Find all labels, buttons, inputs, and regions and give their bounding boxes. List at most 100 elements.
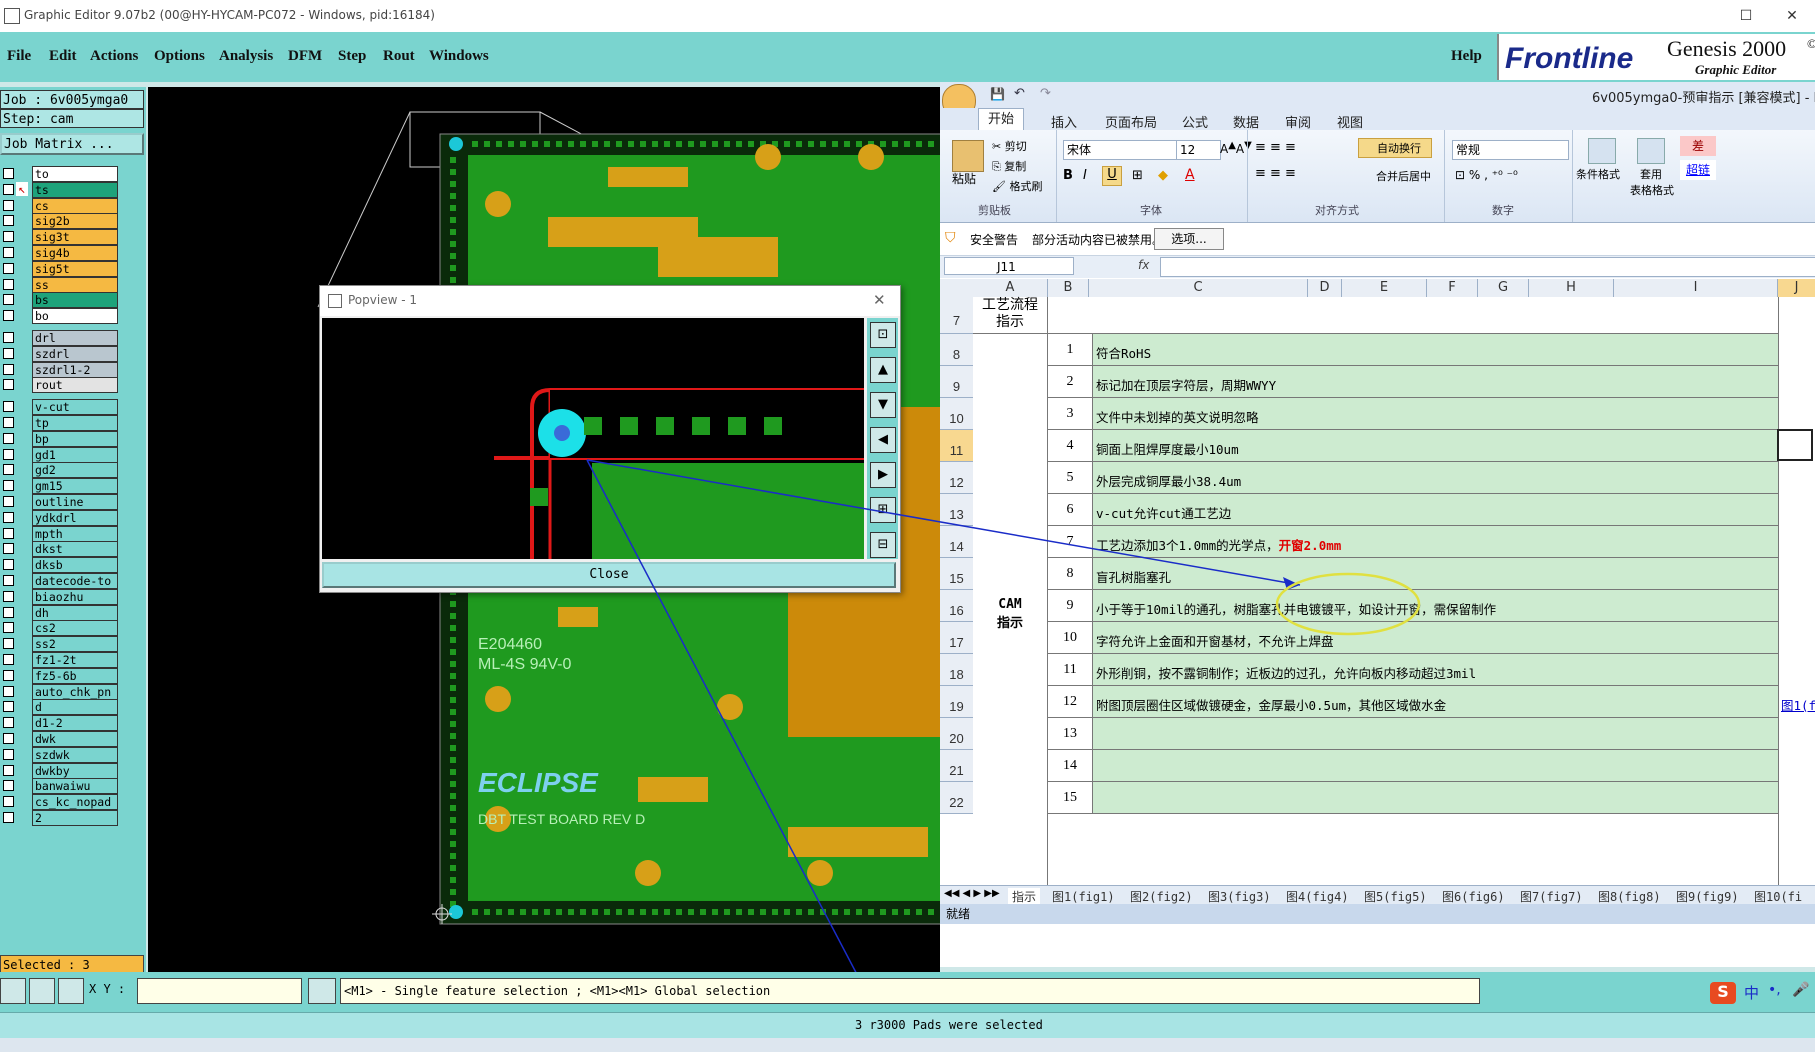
layer-row-ss[interactable]: ss: [0, 276, 146, 293]
zoom-out-icon[interactable]: ⊟: [870, 532, 896, 558]
layer-row-fz1-2t[interactable]: fz1-2t: [0, 652, 146, 668]
selected-cell-j11[interactable]: [1777, 429, 1813, 461]
tab-data[interactable]: 数据: [1233, 112, 1259, 131]
layer-name[interactable]: cs: [32, 197, 118, 214]
layer-name[interactable]: fz5-6b: [32, 667, 118, 684]
layer-name[interactable]: d: [32, 699, 118, 716]
menu-rout[interactable]: Rout: [383, 48, 415, 65]
measure-tool-icon[interactable]: [29, 978, 55, 1004]
layer-name[interactable]: cs2: [32, 620, 118, 637]
layer-row-sig5t[interactable]: sig5t: [0, 260, 146, 277]
layer-checkbox[interactable]: [3, 278, 14, 290]
layer-checkbox[interactable]: [3, 401, 14, 413]
formula-input[interactable]: [1160, 257, 1815, 277]
table-format-icon[interactable]: [1637, 138, 1665, 164]
align-top-icon[interactable]: ≡ ≡ ≡: [1255, 140, 1296, 155]
menu-file[interactable]: File: [7, 48, 31, 65]
row-header[interactable]: 21: [940, 750, 973, 782]
row-header[interactable]: 17: [940, 622, 973, 654]
close-window-button[interactable]: ✕: [1769, 0, 1815, 32]
name-box[interactable]: J11: [944, 257, 1074, 275]
layer-checkbox[interactable]: [3, 183, 14, 195]
layer-row-dwkby[interactable]: dwkby: [0, 762, 146, 779]
row-7-cells[interactable]: [1048, 297, 1778, 334]
layer-name[interactable]: sig5t: [32, 260, 118, 277]
layer-row-ss2[interactable]: ss2: [0, 636, 146, 653]
sheet-tab[interactable]: 图7(fig7): [1520, 888, 1583, 905]
layer-checkbox[interactable]: [3, 432, 14, 444]
layer-name[interactable]: ss2: [32, 636, 118, 653]
layer-checkbox[interactable]: [3, 448, 14, 460]
paste-label[interactable]: 粘贴: [952, 170, 976, 187]
step-number[interactable]: 13: [1048, 726, 1092, 742]
col-header-b[interactable]: B: [1048, 279, 1089, 297]
layer-row-cs_kc_nopad[interactable]: cs_kc_nopad: [0, 794, 146, 811]
layer-row-ydkdrl[interactable]: ydkdrl: [0, 509, 146, 526]
merge-center-button[interactable]: 合并后居中: [1362, 168, 1431, 184]
row-header[interactable]: 14: [940, 526, 973, 558]
sheet-tab[interactable]: 图6(fig6): [1442, 888, 1505, 905]
layer-row-szdwk[interactable]: szdwk: [0, 746, 146, 763]
layer-name[interactable]: gm15: [32, 478, 118, 495]
ime-logo-icon[interactable]: S: [1710, 982, 1736, 1004]
layer-checkbox[interactable]: [3, 701, 14, 713]
instruction-text[interactable]: 盲孔树脂塞孔: [1096, 567, 1696, 586]
sheet-tab[interactable]: 图10(fi: [1754, 888, 1802, 905]
layer-checkbox[interactable]: [3, 511, 14, 523]
layer-row-szdrl[interactable]: szdrl: [0, 345, 146, 362]
percent-icon[interactable]: ⊡ % , ⁺⁰ ⁻⁰: [1455, 168, 1518, 182]
pan-up-icon[interactable]: ▲: [870, 357, 896, 383]
section-cell-cam[interactable]: CAM 指示: [973, 334, 1048, 894]
layer-row-sig3t[interactable]: sig3t: [0, 229, 146, 246]
step-number[interactable]: 7: [1048, 534, 1092, 550]
border-icon[interactable]: ⊞: [1132, 168, 1143, 183]
layer-checkbox[interactable]: [3, 622, 14, 634]
font-name-select[interactable]: 宋体: [1063, 140, 1178, 160]
instruction-text[interactable]: 标记加在顶层字符层，周期WWYY: [1096, 375, 1696, 394]
row-header[interactable]: 19: [940, 686, 973, 718]
step-number[interactable]: 12: [1048, 694, 1092, 710]
layer-name[interactable]: v-cut: [32, 399, 118, 416]
undo-icon[interactable]: ↶: [1014, 86, 1025, 101]
tab-view[interactable]: 视图: [1337, 112, 1363, 131]
sheet-grid[interactable]: 工艺流程 指示 CAM 指示 7 8 1 符合RoHS 9 2 标记加在顶层字符层，周期WW…: [940, 297, 1815, 922]
layer-row-drl[interactable]: drl: [0, 330, 146, 346]
layer-checkbox[interactable]: [3, 748, 14, 760]
layer-name[interactable]: ss: [32, 276, 118, 293]
layer-name[interactable]: biaozhu: [32, 588, 118, 605]
col-header-h[interactable]: H: [1529, 279, 1614, 297]
popview-close-button[interactable]: Close: [322, 562, 896, 588]
layer-name[interactable]: auto_chk_pn: [32, 683, 118, 700]
zoom-home-icon[interactable]: ⊡: [870, 322, 896, 348]
font-color-icon[interactable]: A: [1185, 167, 1195, 183]
layer-checkbox[interactable]: [3, 543, 14, 555]
step-number[interactable]: 5: [1048, 470, 1092, 486]
layer-row-sig2b[interactable]: sig2b: [0, 213, 146, 230]
layer-checkbox[interactable]: [3, 638, 14, 650]
layer-checkbox[interactable]: [3, 310, 14, 322]
layer-row-dh[interactable]: dh: [0, 604, 146, 621]
wrap-text-button[interactable]: 自动换行: [1358, 138, 1432, 158]
layer-name[interactable]: drl: [32, 330, 118, 346]
layer-checkbox[interactable]: [3, 215, 14, 227]
layer-name[interactable]: 2: [32, 810, 118, 826]
instruction-text[interactable]: 外形削铜，按不露铜制作；近板边的过孔，允许向板内移动超过3mil: [1096, 663, 1696, 682]
layer-name[interactable]: sig2b: [32, 213, 118, 230]
layer-name[interactable]: szdrl: [32, 345, 118, 362]
step-number[interactable]: 3: [1048, 406, 1092, 422]
layer-row-bs[interactable]: bs: [0, 292, 146, 309]
instruction-text[interactable]: 文件中未划掉的英文说明忽略: [1096, 407, 1696, 426]
layer-checkbox[interactable]: [3, 764, 14, 776]
layer-name[interactable]: dwk: [32, 731, 118, 747]
layer-checkbox[interactable]: [3, 294, 14, 306]
step-number[interactable]: 1: [1048, 342, 1092, 358]
sheet-nav-icon[interactable]: ◀◀ ◀ ▶ ▶▶: [944, 888, 1000, 899]
instruction-text[interactable]: 小于等于10mil的通孔，树脂塞孔并电镀镀平，如设计开窗，需保留制作: [1096, 599, 1696, 618]
layer-name[interactable]: rout: [32, 377, 118, 394]
layer-name[interactable]: szdwk: [32, 746, 118, 763]
layer-checkbox[interactable]: [3, 231, 14, 243]
layer-name[interactable]: outline: [32, 494, 118, 510]
layer-name[interactable]: bs: [32, 292, 118, 309]
tab-formulas[interactable]: 公式: [1182, 112, 1208, 131]
grid-tool-icon[interactable]: [58, 978, 84, 1004]
